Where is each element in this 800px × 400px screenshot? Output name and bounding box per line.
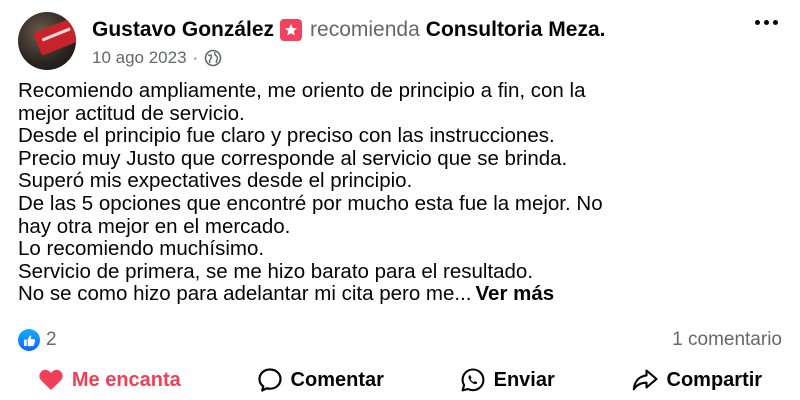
- share-icon: [631, 367, 659, 393]
- recommends-verb: recomienda: [310, 18, 420, 41]
- post-line: mejor actitud de servicio.: [18, 101, 245, 125]
- post-line: Precio muy Justo que corresponde al serv…: [18, 146, 568, 170]
- post-meta: 10 ago 2023 ·: [92, 46, 222, 70]
- love-button[interactable]: Me encanta: [38, 368, 181, 392]
- comment-count-link[interactable]: 1 comentario: [672, 328, 782, 352]
- review-post: Gustavo González recomienda Consultoria …: [0, 0, 800, 400]
- post-line: Lo recomiendo muchísimo.: [18, 237, 265, 261]
- globe-icon: [204, 49, 222, 67]
- share-label: Compartir: [666, 368, 763, 391]
- heart-icon: [38, 368, 64, 392]
- post-line: De las 5 opciones que encontré por mucho…: [18, 191, 603, 215]
- author-name[interactable]: Gustavo González: [92, 18, 274, 42]
- post-line: Servicio de primera, se me hizo barato p…: [18, 259, 534, 283]
- avatar[interactable]: [18, 12, 76, 70]
- post-line: Recomiendo ampliamente, me oriento de pr…: [18, 79, 586, 102]
- meta-separator: ·: [192, 48, 199, 67]
- reaction-count: 2: [46, 329, 57, 350]
- post-body: Recomiendo ampliamente, me oriento de pr…: [18, 79, 788, 306]
- page-name[interactable]: Consultoria Meza.: [426, 18, 606, 42]
- post-line: Superó mis expectatives desde el princip…: [18, 169, 413, 193]
- comment-button[interactable]: Comentar: [257, 367, 384, 393]
- truncated-text: No se como hizo para adelantar mi cita p…: [18, 282, 472, 306]
- post-line: Desde el principio fue claro y preciso c…: [18, 124, 555, 148]
- love-label: Me encanta: [71, 368, 181, 391]
- send-button[interactable]: Enviar: [460, 367, 555, 393]
- post-date[interactable]: 10 ago 2023: [92, 48, 187, 68]
- recommendation-badge-icon: [280, 19, 303, 41]
- see-more-link[interactable]: Ver más: [476, 282, 555, 306]
- send-label: Enviar: [493, 368, 555, 391]
- like-reaction-icon: [18, 329, 40, 351]
- share-button[interactable]: Compartir: [631, 367, 763, 393]
- more-options-icon[interactable]: [755, 20, 778, 25]
- action-bar: Me encanta Comentar Enviar Compartir: [0, 362, 800, 398]
- post-line: hay otra mejor en el mercado.: [18, 214, 291, 238]
- comment-icon: [257, 367, 283, 393]
- post-line-last: No se como hizo para adelantar mi cita p…: [18, 283, 788, 306]
- whatsapp-icon: [460, 367, 486, 393]
- comment-label: Comentar: [290, 368, 384, 391]
- post-header: Gustavo González recomienda Consultoria …: [92, 16, 605, 44]
- reaction-summary[interactable]: 2: [18, 328, 57, 352]
